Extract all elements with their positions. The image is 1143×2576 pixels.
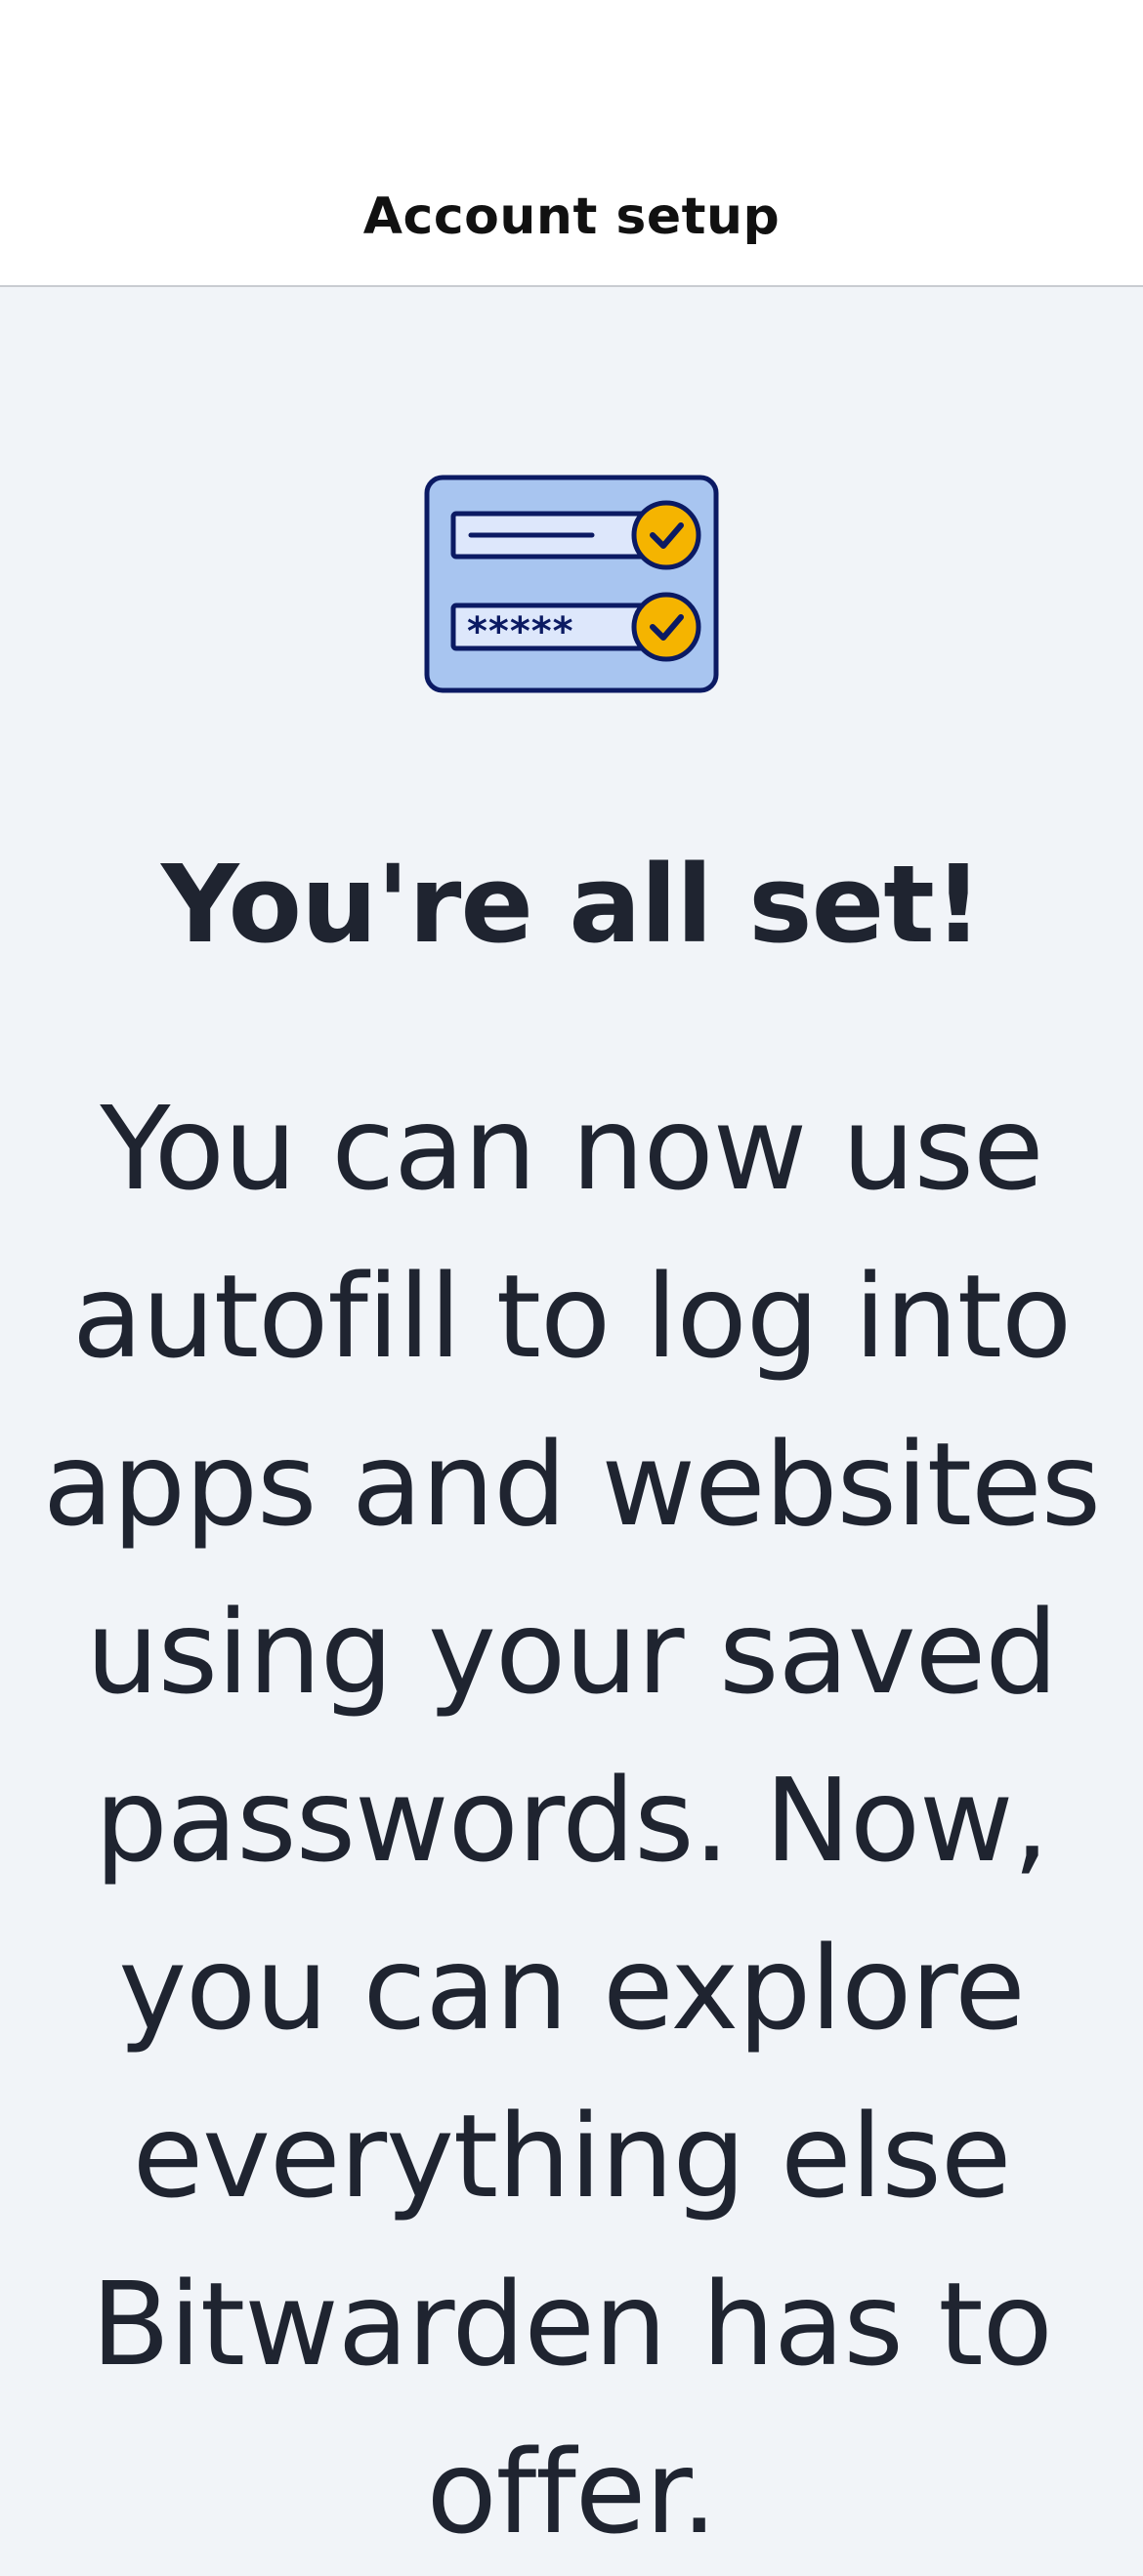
setup-complete-heading: You're all set! [160,842,983,967]
setup-complete-description: You can now use autofill to log into app… [42,1081,1101,2559]
page-title: Account setup [362,187,781,246]
check-icon [631,592,701,662]
password-mask: ***** [467,609,574,654]
navigation-bar: Account setup [0,0,1143,287]
setup-complete-content: ***** You're all set! You can now use au… [0,287,1143,2559]
check-icon [631,500,701,570]
autofill-credentials-illustration: ***** [424,475,719,693]
